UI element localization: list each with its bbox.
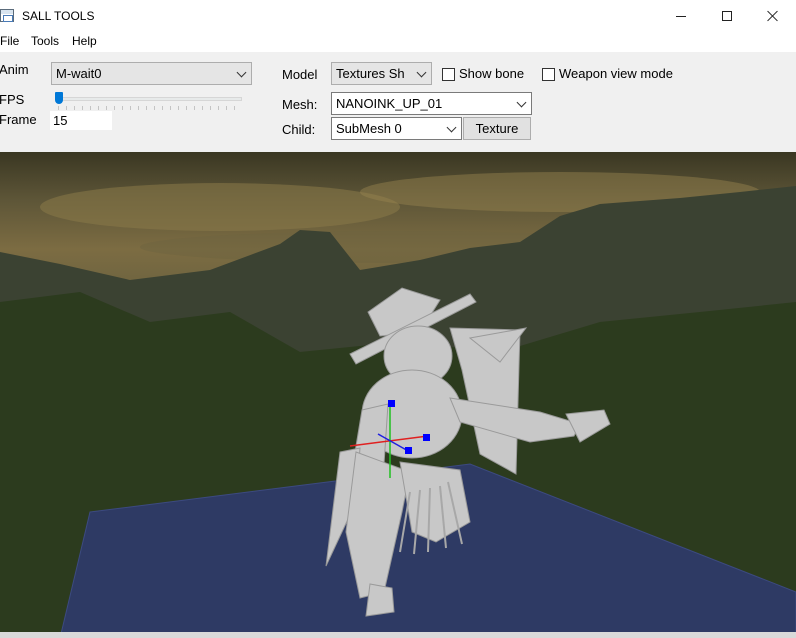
model-select-value: Textures Sh bbox=[336, 66, 405, 81]
child-select[interactable]: SubMesh 0 bbox=[331, 117, 462, 140]
gizmo-x-handle[interactable] bbox=[423, 434, 430, 441]
minimize-button[interactable] bbox=[658, 0, 704, 32]
menu-help[interactable]: Help bbox=[70, 34, 99, 48]
viewport-scene bbox=[0, 172, 796, 638]
chevron-down-icon bbox=[516, 97, 527, 108]
gizmo-z-handle[interactable] bbox=[405, 447, 412, 454]
menu-bar: File Tools Help bbox=[0, 32, 796, 52]
maximize-icon bbox=[722, 11, 732, 21]
chevron-down-icon bbox=[236, 67, 247, 78]
app-window-icon bbox=[0, 9, 14, 22]
mesh-select[interactable]: NANOINK_UP_01 bbox=[331, 92, 532, 115]
child-select-value: SubMesh 0 bbox=[336, 121, 402, 136]
maximize-button[interactable] bbox=[704, 0, 750, 32]
title-bar: SALL TOOLS bbox=[0, 0, 796, 32]
window-title: SALL TOOLS bbox=[22, 9, 95, 23]
model-label: Model bbox=[282, 67, 318, 82]
frame-input[interactable]: 15 bbox=[50, 111, 112, 130]
menu-file[interactable]: File bbox=[0, 34, 21, 48]
gizmo-y-handle[interactable] bbox=[388, 400, 395, 407]
close-button[interactable] bbox=[750, 0, 796, 32]
anim-select-value: M-wait0 bbox=[56, 66, 102, 81]
show-bone-label[interactable]: Show bone bbox=[459, 66, 524, 81]
fps-slider-thumb[interactable] bbox=[55, 92, 63, 104]
cloud-shape bbox=[40, 183, 400, 231]
minimize-icon bbox=[676, 15, 686, 17]
anim-label: Anim bbox=[0, 62, 29, 77]
fps-slider-track[interactable] bbox=[56, 97, 242, 101]
chevron-down-icon bbox=[416, 67, 427, 78]
control-panel: Anim M-wait0 FPS Frame 15 Model Textures… bbox=[0, 52, 796, 152]
close-icon bbox=[767, 10, 779, 22]
frame-label: Frame bbox=[0, 112, 37, 127]
model-select[interactable]: Textures Sh bbox=[331, 62, 432, 85]
fps-label: FPS bbox=[0, 92, 25, 107]
3d-viewport[interactable] bbox=[0, 152, 796, 638]
mesh-label: Mesh: bbox=[282, 97, 318, 112]
show-bone-checkbox[interactable] bbox=[442, 68, 455, 81]
fps-slider-ticks bbox=[58, 106, 240, 110]
mesh-select-value: NANOINK_UP_01 bbox=[336, 96, 443, 111]
anim-select[interactable]: M-wait0 bbox=[51, 62, 252, 85]
child-label: Child: bbox=[282, 122, 316, 137]
weapon-view-checkbox[interactable] bbox=[542, 68, 555, 81]
chevron-down-icon bbox=[446, 122, 457, 133]
weapon-view-label[interactable]: Weapon view mode bbox=[559, 66, 673, 81]
window-bottom-border bbox=[0, 632, 796, 638]
menu-tools[interactable]: Tools bbox=[29, 34, 61, 48]
texture-button[interactable]: Texture bbox=[463, 117, 531, 140]
